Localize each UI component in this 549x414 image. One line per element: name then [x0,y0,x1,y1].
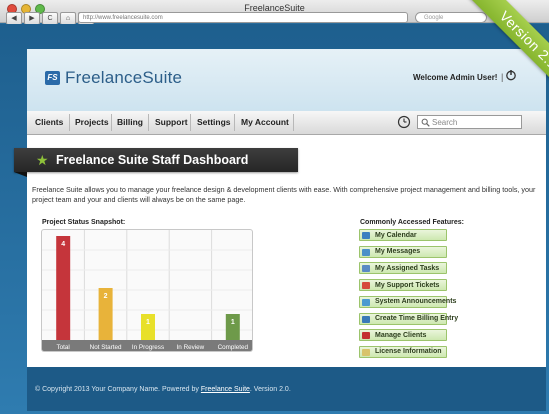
chart-category-label: Total [57,344,70,351]
browser-window: FreelanceSuite ◀ ▶ C ⌂ + http://www.free… [0,0,549,414]
chart-bar[interactable] [141,314,155,340]
page: FS FreelanceSuite Welcome Admin User! | … [0,24,549,414]
nav-billing[interactable]: Billing [117,117,143,127]
feature-button[interactable]: My Calendar [359,229,447,241]
power-icon[interactable] [505,69,517,81]
search-icon [421,118,430,127]
tasks-icon [362,265,370,273]
logo-text: FreelanceSuite [65,68,183,87]
nav-divider [190,114,191,131]
welcome-message: Welcome Admin User! [413,73,498,82]
feature-button[interactable]: My Messages [359,245,447,258]
nav-my-account[interactable]: My Account [241,117,289,127]
chart-title: Project Status Snapshot: [42,219,126,226]
nav-divider [234,114,235,131]
chart-bar[interactable] [225,314,240,340]
copyright-suffix: . Version 2.0. [249,386,291,393]
logo[interactable]: FS FreelanceSuite [45,68,182,88]
feature-label: System Announcements [375,298,457,306]
chart-category-label: Completed [218,344,249,351]
chart-category-label: Not Started [90,344,122,351]
feature-label: License Information [375,348,442,356]
feature-label: Manage Clients [375,331,427,339]
feature-button[interactable]: My Support Tickets [359,279,447,292]
nav-clients[interactable]: Clients [35,117,63,127]
feature-label: My Messages [375,248,421,256]
page-title-banner: ★ Freelance Suite Staff Dashboard [14,148,298,172]
nav-settings[interactable]: Settings [197,117,231,127]
banner-fold [14,172,27,177]
copyright: © Copyright 2013 Your Company Name. Powe… [35,386,291,393]
messages-icon [362,248,370,256]
search-placeholder: Search [432,118,458,127]
nav-divider [293,114,294,131]
tickets-icon [362,282,370,290]
site-container: FS FreelanceSuite Welcome Admin User! | … [14,49,546,411]
address-bar[interactable]: http://www.freelancesuite.com [78,12,408,23]
nav-divider [69,114,70,131]
project-status-chart: 4 Total 2 Not Started 1 In Progress In Review 1… [41,229,253,352]
page-title: Freelance Suite Staff Dashboard [56,153,249,167]
chart-bar[interactable] [56,236,71,340]
clients-icon [362,332,370,340]
feature-button[interactable]: Create Time Billing Entry [359,312,458,325]
browser-search-field[interactable]: Google [415,12,487,23]
nav-divider [111,114,112,131]
chart-value-label: 1 [146,319,150,326]
nav-support[interactable]: Support [155,117,188,127]
clock-icon[interactable] [397,115,411,129]
logo-mark: FS [45,71,60,85]
star-icon: ★ [36,152,49,168]
chart-category-label: In Review [177,344,205,351]
header-separator: | [501,72,504,82]
nav-projects[interactable]: Projects [75,117,109,127]
footer-link[interactable]: Freelance Suite [201,386,250,393]
main-content: ★ Freelance Suite Staff Dashboard Freela… [14,135,546,367]
calendar-icon [362,232,370,239]
chart-svg: 4 Total 2 Not Started 1 In Progress In Review 1… [42,230,252,351]
feature-label: My Assigned Tasks [375,264,440,272]
nav-divider [148,114,149,131]
main-nav: Clients Projects Billing Support Setting… [27,111,546,135]
feature-button[interactable]: Manage Clients [359,329,447,342]
feature-button[interactable]: My Assigned Tasks [359,262,447,275]
feature-label: My Support Tickets [375,281,440,289]
copyright-prefix: © Copyright 2013 Your Company Name. Powe… [35,386,201,393]
site-search-input[interactable]: Search [417,115,522,129]
features-title: Commonly Accessed Features: [360,219,464,226]
site-header: FS FreelanceSuite Welcome Admin User! | [27,49,546,111]
chart-value-label: 4 [61,241,65,248]
chart-category-label: In Progress [132,344,164,351]
announcements-icon [362,298,370,306]
intro-text: Freelance Suite allows you to manage you… [32,185,536,204]
feature-label: Create Time Billing Entry [375,315,459,322]
feature-label: My Calendar [375,231,417,239]
chart-value-label: 2 [104,293,108,300]
chart-value-label: 1 [231,319,235,326]
license-icon [362,348,370,356]
feature-button[interactable]: System Announcements [359,295,456,308]
billing-icon [362,315,370,323]
site-footer: © Copyright 2013 Your Company Name. Powe… [27,367,546,411]
feature-button[interactable]: License Information [359,345,447,358]
